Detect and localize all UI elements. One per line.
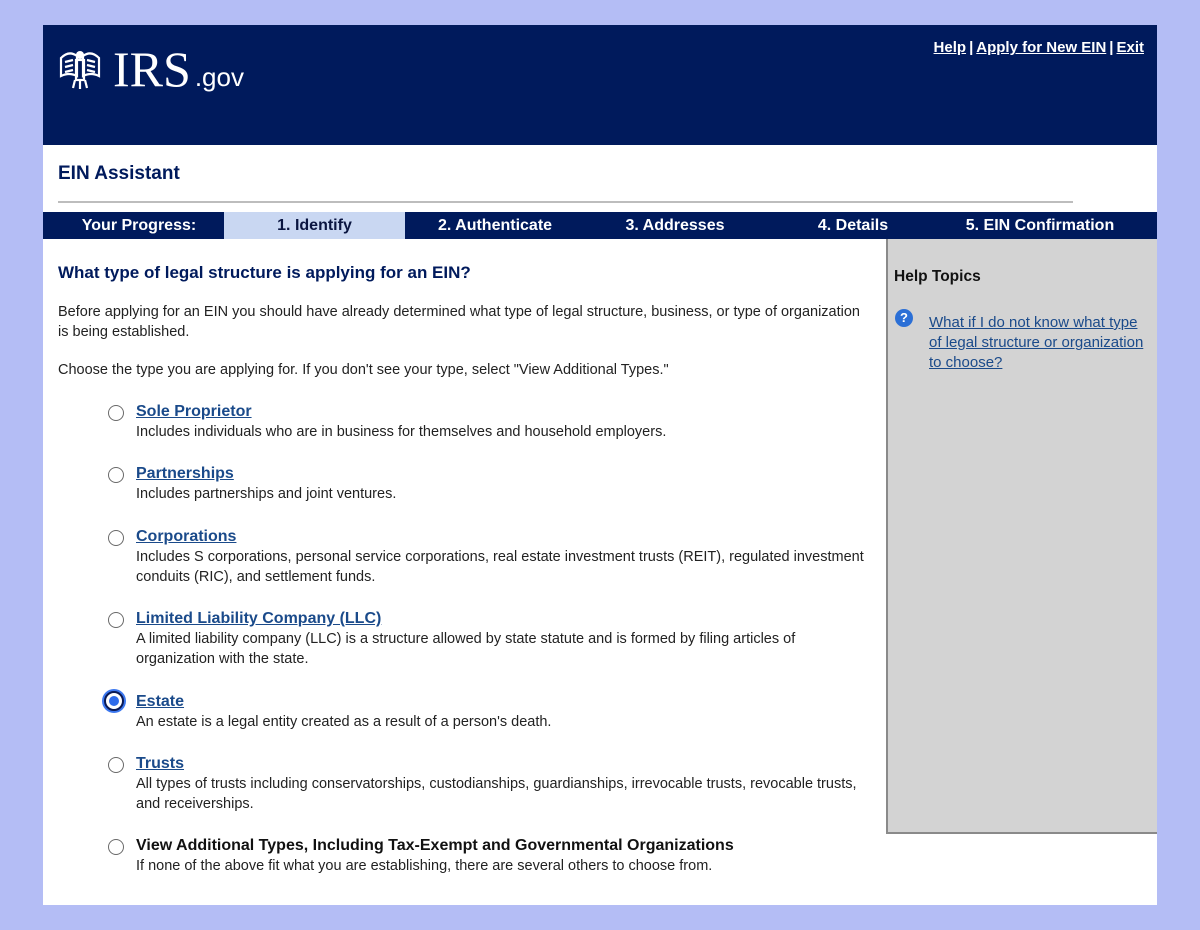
title-divider [58,201,1073,203]
irs-header-banner: IRS .gov Help | Apply for New EIN | Exit [43,25,1157,145]
question-circle-icon: ? [895,309,913,327]
option-title-link[interactable]: Trusts [136,755,184,773]
option-title-link[interactable]: Partnerships [136,465,234,483]
radio-trusts[interactable] [108,757,124,773]
logo-irs-text: IRS [113,41,191,97]
irs-logo: IRS .gov [57,39,244,99]
radio-estate-selected[interactable] [104,691,124,711]
option-title: View Additional Types, Including Tax-Exe… [136,837,734,854]
progress-step-addresses: 3. Addresses [625,217,725,234]
irs-eagle-icon [59,51,101,89]
link-separator: | [1109,39,1114,56]
option-title-link[interactable]: Limited Liability Company (LLC) [136,610,381,628]
choose-instructions: Choose the type you are applying for. If… [58,362,669,378]
intro-text: Before applying for an EIN you should ha… [58,304,860,340]
exit-link[interactable]: Exit [1116,39,1144,56]
ein-assistant-window: IRS .gov Help | Apply for New EIN | Exit EIN… [43,25,1157,905]
option-description: Includes partnerships and joint ventures… [136,486,397,502]
option-description: Includes individuals who are in business… [136,424,667,440]
option-description: All types of trusts including conservato… [136,776,857,812]
option-title-link[interactable]: Estate [136,693,184,711]
progress-bar: Your Progress: 1. Identify 2. Authentica… [43,212,1157,239]
option-description: If none of the above fit what you are es… [136,858,713,874]
radio-corporations[interactable] [108,530,124,546]
option-description: A limited liability company (LLC) is a s… [136,631,796,667]
progress-label: Your Progress: [81,217,197,234]
progress-step-details: 4. Details [817,217,889,234]
radio-llc[interactable] [108,612,124,628]
progress-step-ein-confirmation: 5. EIN Confirmation [965,217,1115,234]
option-title-link[interactable]: Corporations [136,528,236,546]
page-title: EIN Assistant [58,163,180,184]
radio-sole-proprietor[interactable] [108,405,124,421]
radio-partnerships[interactable] [108,467,124,483]
link-separator: | [969,39,974,56]
help-topic-link[interactable]: What if I do not know what type of legal… [929,313,1144,373]
top-links: Help | Apply for New EIN | Exit [934,39,1144,56]
option-title-link[interactable]: Sole Proprietor [136,403,252,421]
progress-step-identify: 1. Identify [224,212,405,239]
option-description: An estate is a legal entity created as a… [136,714,552,730]
help-topics-title: Help Topics [894,268,981,285]
apply-new-ein-link[interactable]: Apply for New EIN [976,39,1106,56]
help-topics-panel: Help Topics ? What if I do not know what… [886,239,1157,834]
progress-step-authenticate: 2. Authenticate [437,217,553,234]
option-description: Includes S corporations, personal servic… [136,549,864,585]
radio-additional-types[interactable] [108,839,124,855]
question-heading: What type of legal structure is applying… [58,263,471,282]
help-link[interactable]: Help [934,39,967,56]
logo-gov-text: .gov [194,62,244,92]
